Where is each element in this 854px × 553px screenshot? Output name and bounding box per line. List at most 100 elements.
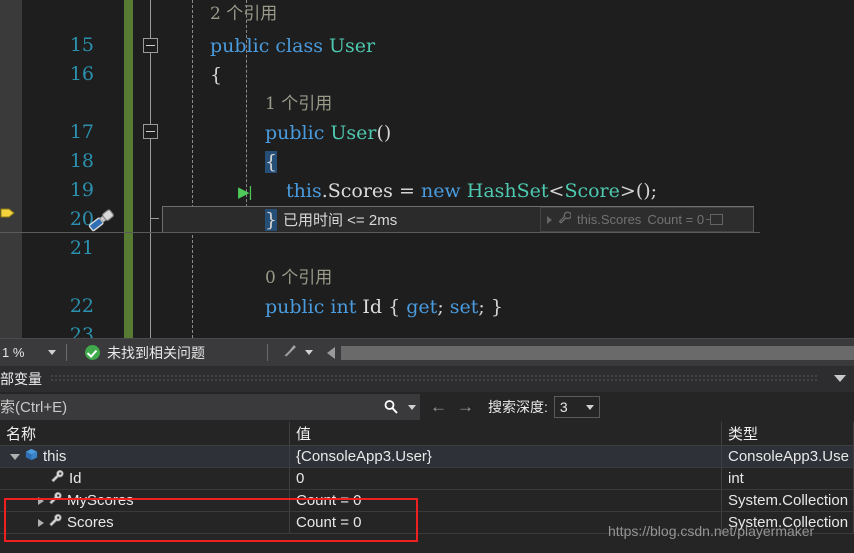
semicolon: ; xyxy=(650,180,658,202)
cell-type: ConsoleApp3.Use xyxy=(722,446,854,467)
property-wrench-icon xyxy=(558,211,572,229)
code-line-16[interactable]: { xyxy=(210,61,222,90)
cell-value[interactable]: Count = 0 xyxy=(290,490,722,511)
locals-toolbar: ← → 搜索深度: 3 xyxy=(0,392,854,422)
check-circle-icon xyxy=(85,345,100,360)
keyword-int: int xyxy=(330,296,357,318)
zoom-level-dropdown[interactable]: 1 % xyxy=(0,339,62,367)
search-depth-dropdown[interactable]: 3 xyxy=(553,396,600,418)
keyword-public: public xyxy=(265,122,325,144)
table-header-row: 名称 值 类型 xyxy=(0,422,854,446)
chevron-down-icon[interactable] xyxy=(305,350,313,355)
zoom-level-value: 1 % xyxy=(2,345,25,360)
variable-name: Id xyxy=(69,470,82,487)
code-line-15[interactable]: public class User xyxy=(210,32,375,61)
horizontal-scrollbar[interactable] xyxy=(341,345,854,360)
code-editor[interactable]: 15 16 . 17 18 19 20 21 . 22 23 xyxy=(0,0,854,338)
keyword-class: class xyxy=(275,35,323,57)
property-id: Id xyxy=(362,296,383,318)
chevron-down-icon xyxy=(48,350,56,355)
table-row[interactable]: this {ConsoleApp3.User} ConsoleApp3.Use xyxy=(0,446,854,468)
table-row[interactable]: Id 0 int xyxy=(0,468,854,490)
type-score: Score xyxy=(564,180,620,202)
close-brace: } xyxy=(490,296,503,318)
column-header-name[interactable]: 名称 xyxy=(0,422,290,445)
data-tip-value: Count = 0 xyxy=(647,212,705,227)
cell-type: System.Collection xyxy=(722,490,854,511)
cell-type: int xyxy=(722,468,854,489)
column-header-value[interactable]: 值 xyxy=(290,422,722,445)
parens: () xyxy=(635,180,651,202)
search-depth-value: 3 xyxy=(559,399,568,415)
keyword-public: public xyxy=(265,296,325,318)
matching-brace-highlight: } xyxy=(265,208,278,231)
code-line-17[interactable]: public User() xyxy=(265,119,391,148)
parens: () xyxy=(376,122,392,144)
cell-value[interactable]: 0 xyxy=(290,468,722,489)
chevron-down-icon xyxy=(585,404,594,410)
angle-open: < xyxy=(548,180,565,202)
code-line-18[interactable]: { xyxy=(265,148,278,177)
member-scores: Scores xyxy=(327,180,393,202)
code-lens-reference-hint[interactable]: 0 个引用 xyxy=(265,264,332,293)
search-input[interactable] xyxy=(0,398,378,416)
editor-status-bar: 1 % 未找到相关问题 xyxy=(0,338,854,366)
matching-brace-highlight: { xyxy=(265,151,278,173)
search-next-button[interactable]: → xyxy=(457,397,474,417)
visual-studio-debug-window: 15 16 . 17 18 19 20 21 . 22 23 xyxy=(0,0,854,553)
cell-name[interactable]: Id xyxy=(0,468,290,489)
variable-name: this xyxy=(43,448,67,465)
object-cube-icon xyxy=(24,447,39,466)
variable-name: MyScores xyxy=(67,492,134,509)
code-line-19[interactable]: this.Scores = new HashSet<Score>(); xyxy=(286,177,657,206)
watermark-text: https://blog.csdn.net/playermaker xyxy=(608,523,815,539)
equals: = xyxy=(398,180,415,202)
expander-triangle-icon[interactable] xyxy=(10,453,20,460)
panel-title-label: 部变量 xyxy=(0,371,42,387)
type-user: User xyxy=(329,35,376,57)
drag-grip[interactable] xyxy=(50,374,818,383)
run-to-click-arrow-icon[interactable]: ▶| xyxy=(238,183,252,201)
code-lens-reference-hint[interactable]: 1 个引用 xyxy=(265,90,332,119)
divider xyxy=(267,344,268,361)
expander-triangle-icon[interactable] xyxy=(38,518,44,527)
search-previous-button[interactable]: ← xyxy=(430,397,447,417)
data-tip-underline xyxy=(0,232,760,233)
search-icon[interactable] xyxy=(378,394,404,420)
variable-name: Scores xyxy=(67,514,114,531)
keyword-set: set xyxy=(449,296,479,318)
code-text-layer[interactable]: 2 个引用 public class User { 1 个引用 public U… xyxy=(0,0,854,338)
scroll-left-button[interactable] xyxy=(327,346,335,359)
divider xyxy=(66,344,67,361)
pin-to-source-icon[interactable] xyxy=(706,214,724,225)
keyword-new: new xyxy=(420,180,461,202)
perf-tip-spacer: } xyxy=(163,208,279,231)
code-line-22[interactable]: public int Id { get; set; } xyxy=(265,293,503,322)
chevron-down-icon[interactable] xyxy=(834,375,846,382)
issue-filter-brush-icon[interactable] xyxy=(282,342,299,364)
expander-triangle-icon[interactable] xyxy=(38,496,44,505)
cell-value[interactable]: {ConsoleApp3.User} xyxy=(290,446,722,467)
open-brace: { xyxy=(388,296,401,318)
search-depth-label: 搜索深度: xyxy=(488,399,548,415)
cell-name[interactable]: Scores xyxy=(0,512,290,533)
table-row[interactable]: MyScores Count = 0 System.Collection xyxy=(0,490,854,512)
code-lens-reference-hint[interactable]: 2 个引用 xyxy=(210,0,277,29)
angle-close: > xyxy=(619,180,636,202)
inline-data-tip[interactable]: this.Scores Count = 0 xyxy=(540,207,754,232)
locals-panel-title-bar[interactable]: 部变量 xyxy=(0,366,854,392)
this-keyword: this xyxy=(286,180,322,202)
search-options-chevron-icon[interactable] xyxy=(404,394,420,420)
cell-name[interactable]: MyScores xyxy=(0,490,290,511)
cell-name[interactable]: this xyxy=(0,446,290,467)
locals-table: 名称 值 类型 this {ConsoleApp3.User} ConsoleA… xyxy=(0,422,854,534)
issues-status-label: 未找到相关问题 xyxy=(107,344,205,361)
property-wrench-icon xyxy=(48,491,63,510)
property-wrench-icon xyxy=(50,469,65,488)
expand-triangle-icon[interactable] xyxy=(547,215,552,224)
column-header-type[interactable]: 类型 xyxy=(722,422,854,445)
issues-status[interactable]: 未找到相关问题 xyxy=(85,343,205,363)
search-box[interactable] xyxy=(0,394,420,420)
data-tip-expression: this.Scores xyxy=(577,212,642,227)
keyword-public: public xyxy=(210,35,270,57)
